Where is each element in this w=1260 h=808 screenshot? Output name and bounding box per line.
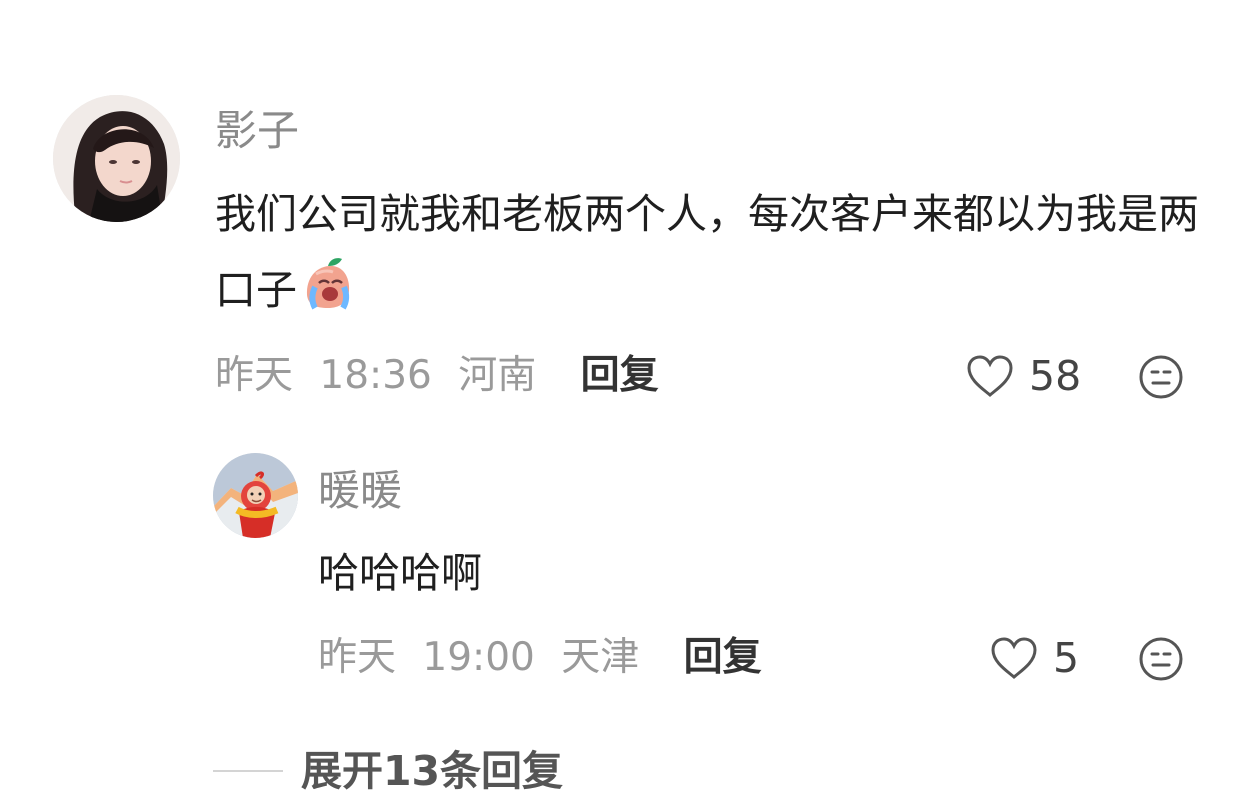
reply-text: 哈哈哈啊 [318,549,482,597]
expand-divider [213,770,283,772]
comment-username[interactable]: 影子 [215,105,299,157]
heart-outline-icon[interactable] [965,353,1015,399]
reply-time: 19:00 [422,635,535,680]
expand-replies-button[interactable]: 展开13条回复 [213,745,563,797]
comment-avatar-image [53,95,180,222]
reply-like-count: 5 [1053,634,1080,682]
comment-reply-button[interactable]: 回复 [581,352,659,400]
reply-avatar-image [213,453,298,538]
neutral-face-icon[interactable] [1138,354,1184,400]
comment-avatar[interactable] [53,95,180,222]
reply-date: 昨天 [318,635,397,680]
comment-location: 河南 [458,353,537,398]
comment-text-body: 我们公司就我和老板两个人，每次客户来都以为我是两口子 [215,190,1199,314]
comment-like-count: 58 [1029,352,1082,400]
comment-like-button[interactable]: 58 [965,352,1081,400]
comment-date: 昨天 [215,353,294,398]
comment-text: 我们公司就我和老板两个人，每次客户来都以为我是两口子 [215,176,1205,328]
reply-location: 天津 [561,635,640,680]
reply-avatar[interactable] [213,453,298,538]
crying-laughing-peach-emoji [299,256,355,312]
expand-replies-label[interactable]: 展开13条回复 [301,745,563,797]
reply-username[interactable]: 暖暖 [318,465,402,517]
heart-outline-icon[interactable] [989,635,1039,681]
reply-meta: 昨天 19:00 天津 回复 [318,634,762,682]
reply-reply-button[interactable]: 回复 [684,634,762,682]
reply-like-button[interactable]: 5 [989,634,1079,682]
comment-meta: 昨天 18:36 河南 回复 [215,352,659,400]
comment-time: 18:36 [319,353,432,398]
neutral-face-icon[interactable] [1138,636,1184,682]
